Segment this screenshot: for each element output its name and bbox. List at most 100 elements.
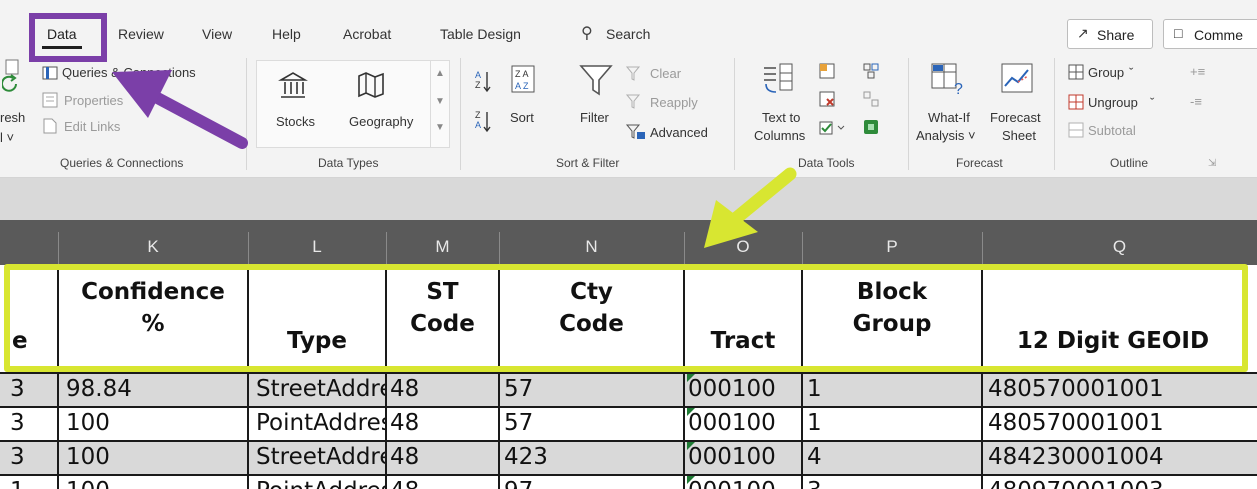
search-box[interactable]: ⚲ Search [576,20,686,48]
cell-geoid[interactable]: 480970001003 [988,474,1248,489]
cell-confidence[interactable]: 100 [66,440,246,474]
what-if-analysis-icon[interactable]: ? [930,62,966,96]
cell-type[interactable]: PointAddres [256,406,386,440]
sort-button[interactable]: Sort [510,110,534,125]
column-header-k[interactable]: K [58,222,248,265]
error-indicator-icon[interactable] [687,408,695,416]
refresh-all-label[interactable]: resh [0,110,25,125]
cell-tract[interactable]: 000100 [688,474,800,489]
subtotal-button[interactable]: Subtotal [1088,123,1136,138]
scroll-down-icon[interactable]: ▼ [435,96,445,107]
queries-connections-button[interactable]: Queries & Connections [62,65,196,80]
advanced-button[interactable]: Advanced [650,125,708,140]
scroll-up-icon[interactable]: ▲ [435,68,445,79]
cell-block-group[interactable]: 1 [807,406,977,440]
cell-type[interactable]: PointAddres [256,474,386,489]
consolidate-icon[interactable] [862,62,880,80]
sort-dialog-icon[interactable]: Z A A Z [510,64,536,94]
cell-st-code[interactable]: 48 [390,406,498,440]
cell-tract[interactable]: 000100 [688,440,800,474]
what-if-analysis-button[interactable]: What-If [928,110,970,125]
cell-geoid[interactable]: 480570001001 [988,372,1248,406]
cell-cty-code[interactable]: 57 [504,406,682,440]
forecast-sheet-label[interactable]: Sheet [1002,128,1036,143]
what-if-analysis-dropdown[interactable]: Analysis ˅ [916,128,976,143]
filter-icon[interactable] [578,62,614,98]
error-indicator-icon[interactable] [687,442,695,450]
cell-partial[interactable]: 1 [0,474,56,489]
cell-partial[interactable]: 3 [0,372,56,406]
column-header-l[interactable]: L [248,222,386,265]
cell-cty-code[interactable]: 57 [504,372,682,406]
hide-detail-icon[interactable]: -≡ [1190,94,1202,109]
cell-partial[interactable]: 3 [0,406,56,440]
more-icon[interactable]: ▼ [435,122,445,133]
cell-st-code[interactable]: 48 [390,440,498,474]
sort-za-icon[interactable]: Z A [474,108,492,134]
reapply-button[interactable]: Reapply [650,95,698,110]
group-dropdown-icon[interactable]: ˇ [1129,65,1133,80]
cell-cty-code[interactable]: 97 [504,474,682,489]
ungroup-button[interactable]: Ungroup [1088,95,1138,110]
tab-table-design[interactable]: Table Design [440,26,521,42]
cell-st-code[interactable]: 48 [390,372,498,406]
refresh-all-dropdown[interactable]: l ˅ [0,130,14,145]
column-header-q[interactable]: Q [982,222,1257,265]
comment-icon: □ [1174,25,1183,41]
cell-tract[interactable]: 000100 [688,406,800,440]
tab-acrobat[interactable]: Acrobat [343,26,391,42]
comments-button[interactable]: □ Comme [1163,19,1257,49]
flash-fill-icon[interactable] [818,62,838,80]
text-to-columns-icon[interactable] [760,62,796,96]
cell-geoid[interactable]: 484230001004 [988,440,1248,474]
stocks-button[interactable]: Stocks [276,114,315,129]
text-to-columns-label[interactable]: Columns [754,128,805,143]
remove-duplicates-icon[interactable] [818,90,838,108]
share-button[interactable]: ↗ Share [1067,19,1153,49]
relationships-icon[interactable] [862,90,880,108]
cell-st-code[interactable]: 48 [390,474,498,489]
data-validation-icon[interactable] [818,118,848,138]
tab-help[interactable]: Help [272,26,301,42]
outline-dialog-launcher-icon[interactable]: ⇲ [1208,158,1216,169]
column-header-m[interactable]: M [386,222,499,265]
clear-button[interactable]: Clear [650,66,681,81]
cell-confidence[interactable]: 98.84 [66,372,246,406]
cell-cty-code[interactable]: 423 [504,440,682,474]
filter-button[interactable]: Filter [580,110,609,125]
properties-button[interactable]: Properties [64,93,123,108]
data-model-icon[interactable] [862,118,880,136]
error-indicator-icon[interactable] [687,374,695,382]
cell-block-group[interactable]: 3 [807,474,977,489]
error-indicator-icon[interactable] [687,476,695,484]
cell-block-group[interactable]: 4 [807,440,977,474]
data-types-scroll[interactable]: ▲ ▼ ▼ [430,60,450,148]
ungroup-dropdown-icon[interactable]: ˇ [1150,95,1154,110]
tab-review[interactable]: Review [118,26,164,42]
svg-text:Z A: Z A [515,69,529,79]
edit-links-button[interactable]: Edit Links [64,119,120,134]
sort-az-icon[interactable]: A Z [474,68,492,94]
forecast-sheet-button[interactable]: Forecast [990,110,1041,125]
stocks-icon[interactable] [278,70,308,100]
cell-geoid[interactable]: 480570001001 [988,406,1248,440]
cell-partial[interactable]: 3 [0,440,56,474]
refresh-icon[interactable] [2,58,24,102]
geography-button[interactable]: Geography [349,114,413,129]
group-separator [246,58,247,170]
show-detail-icon[interactable]: +≡ [1190,64,1205,79]
column-header-p[interactable]: P [802,222,982,265]
cell-type[interactable]: StreetAddre [256,440,386,474]
cell-type[interactable]: StreetAddre [256,372,386,406]
cell-block-group[interactable]: 1 [807,372,977,406]
forecast-sheet-icon[interactable] [1000,62,1036,96]
tab-view[interactable]: View [202,26,232,42]
text-to-columns-button[interactable]: Text to [762,110,800,125]
group-button[interactable]: Group [1088,65,1124,80]
column-header-o[interactable]: O [684,222,802,265]
geography-icon[interactable] [356,70,386,100]
cell-confidence[interactable]: 100 [66,474,246,489]
column-header-n[interactable]: N [499,222,684,265]
cell-confidence[interactable]: 100 [66,406,246,440]
cell-tract[interactable]: 000100 [688,372,800,406]
